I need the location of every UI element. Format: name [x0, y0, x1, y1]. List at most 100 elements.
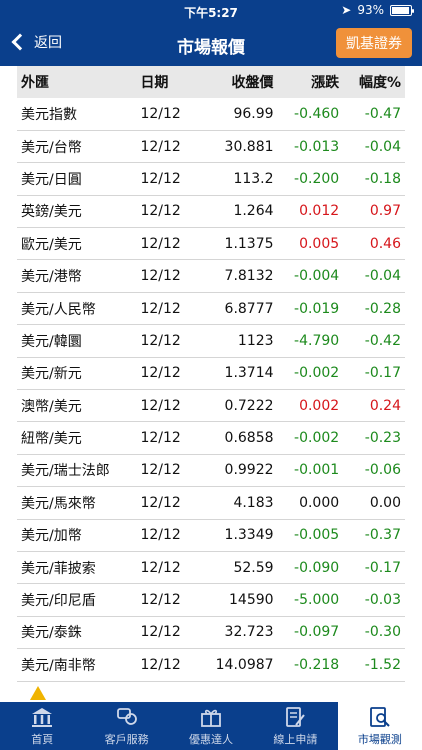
- cell-close: 1.3349: [224, 527, 274, 544]
- cell-percent: -0.30: [364, 624, 401, 641]
- tab-label: 客戶服務: [104, 732, 149, 746]
- table-row[interactable]: 美元/南非幣 12/12 14.0987 -0.218 -1.52: [17, 649, 405, 682]
- table-row[interactable]: 美元/台幣 12/12 30.881 -0.013 -0.04: [17, 130, 405, 163]
- header-change: 漲跌: [311, 75, 340, 91]
- table-row[interactable]: 紐幣/美元 12/12 0.6858 -0.002 -0.23: [17, 422, 405, 455]
- cell-date: 12/12: [140, 332, 181, 349]
- cell-currency: 美元/泰銖: [21, 625, 82, 642]
- table-row[interactable]: 美元/泰銖 12/12 32.723 -0.097 -0.30: [17, 616, 405, 649]
- cell-percent: -0.04: [364, 268, 401, 285]
- cell-currency: 美元指數: [21, 106, 77, 123]
- cell-change: 0.002: [299, 397, 340, 414]
- tab-2[interactable]: 優惠達人: [169, 702, 253, 750]
- battery-percent: 93%: [357, 3, 384, 17]
- quote-table-container[interactable]: 外匯 日期 收盤價 漲跌 幅度% 美元指數 12/12 96.99 -0.460 -0.…: [17, 66, 405, 702]
- table-row[interactable]: 歐元/美元 12/12 1.1375 0.005 0.46: [17, 228, 405, 260]
- cell-close: 4.183: [233, 494, 274, 511]
- cell-close: 14590: [229, 592, 274, 609]
- table-row[interactable]: 美元指數 12/12 96.99 -0.460 -0.47: [17, 98, 405, 131]
- cell-currency: 歐元/美元: [21, 236, 82, 253]
- table-row[interactable]: 美元/人民幣 12/12 6.8777 -0.019 -0.28: [17, 292, 405, 325]
- cell-currency: 美元/港幣: [21, 269, 82, 286]
- cell-percent: -0.17: [364, 365, 401, 382]
- cell-percent: -0.06: [364, 462, 401, 479]
- table-header-row: 外匯 日期 收盤價 漲跌 幅度%: [17, 66, 405, 98]
- table-row[interactable]: 澳幣/美元 12/12 0.7222 0.002 0.24: [17, 390, 405, 422]
- table-row[interactable]: 美元/韓圜 12/12 1123 -4.790 -0.42: [17, 325, 405, 358]
- cell-close: 6.8777: [224, 300, 274, 317]
- cell-date: 12/12: [140, 527, 181, 544]
- table-row[interactable]: 美元/日圓 12/12 113.2 -0.200 -0.18: [17, 163, 405, 196]
- cell-percent: -0.03: [364, 592, 401, 609]
- cell-date: 12/12: [140, 268, 181, 285]
- table-row[interactable]: 英鎊/美元 12/12 1.264 0.012 0.97: [17, 195, 405, 228]
- cell-close: 1.264: [233, 203, 274, 220]
- cell-percent: -0.28: [364, 300, 401, 317]
- cell-date: 12/12: [140, 494, 181, 511]
- cell-change: -0.097: [294, 624, 340, 641]
- cell-close: 1.1375: [224, 235, 274, 252]
- cell-close: 96.99: [233, 105, 274, 122]
- cell-percent: 0.24: [369, 397, 401, 414]
- cell-percent: 0.46: [369, 235, 401, 252]
- cell-percent: -0.42: [364, 332, 401, 349]
- cell-currency: 美元/馬來幣: [21, 495, 96, 512]
- nav-bar: 返回 市場報價 凱基證券: [0, 22, 422, 66]
- promo-button[interactable]: 凱基證券: [336, 28, 412, 58]
- header-date: 日期: [140, 75, 169, 91]
- cell-currency: 澳幣/美元: [21, 398, 82, 415]
- cell-percent: -0.37: [364, 527, 401, 544]
- cell-percent: -0.18: [364, 170, 401, 187]
- table-row[interactable]: 美元/加幣 12/12 1.3349 -0.005 -0.37: [17, 519, 405, 552]
- cell-close: 1.3714: [224, 365, 274, 382]
- market-watch-icon: [367, 706, 393, 728]
- cell-change: -5.000: [294, 592, 340, 609]
- cell-change: -4.790: [294, 332, 340, 349]
- customer-service-icon: [114, 706, 140, 728]
- cell-date: 12/12: [140, 365, 181, 382]
- table-row[interactable]: 美元/馬來幣 12/12 4.183 0.000 0.00: [17, 487, 405, 520]
- cell-date: 12/12: [140, 592, 181, 609]
- cell-currency: 英鎊/美元: [21, 204, 82, 221]
- notice[interactable]: [30, 686, 46, 700]
- table-row[interactable]: 美元/港幣 12/12 7.8132 -0.004 -0.04: [17, 260, 405, 293]
- tab-3[interactable]: 線上申請: [253, 702, 337, 750]
- cell-currency: 美元/日圓: [21, 171, 82, 188]
- cell-close: 30.881: [224, 138, 274, 155]
- cell-close: 113.2: [233, 170, 274, 187]
- cell-date: 12/12: [140, 300, 181, 317]
- cell-percent: -0.47: [364, 105, 401, 122]
- tab-0[interactable]: 首頁: [0, 702, 84, 750]
- table-row[interactable]: 美元/菲披索 12/12 52.59 -0.090 -0.17: [17, 551, 405, 584]
- tab-bar: 首頁 客戶服務 優惠達人 線上申請 市場觀測: [0, 702, 422, 750]
- cell-close: 7.8132: [224, 268, 274, 285]
- cell-date: 12/12: [140, 462, 181, 479]
- cell-change: -0.019: [294, 300, 340, 317]
- cell-date: 12/12: [140, 138, 181, 155]
- cell-change: -0.218: [294, 656, 340, 673]
- tab-label: 優惠達人: [189, 732, 234, 746]
- cell-currency: 美元/人民幣: [21, 301, 96, 318]
- cell-change: -0.002: [294, 365, 340, 382]
- cell-currency: 紐幣/美元: [21, 431, 82, 448]
- tab-1[interactable]: 客戶服務: [84, 702, 168, 750]
- cell-currency: 美元/台幣: [21, 139, 82, 156]
- table-row[interactable]: 美元/瑞士法郎 12/12 0.9922 -0.001 -0.06: [17, 454, 405, 487]
- warning-icon: [30, 686, 46, 700]
- cell-change: -0.200: [294, 170, 340, 187]
- cell-date: 12/12: [140, 170, 181, 187]
- tab-4[interactable]: 市場觀測: [337, 702, 422, 750]
- cell-change: -0.460: [294, 105, 340, 122]
- location-icon: ➤: [341, 3, 352, 17]
- cell-date: 12/12: [140, 397, 181, 414]
- cell-change: -0.002: [294, 430, 340, 447]
- cell-currency: 美元/新元: [21, 366, 82, 383]
- cell-change: -0.005: [294, 527, 340, 544]
- cell-percent: -0.04: [364, 138, 401, 155]
- table-row[interactable]: 美元/新元 12/12 1.3714 -0.002 -0.17: [17, 357, 405, 390]
- cell-date: 12/12: [140, 105, 181, 122]
- cell-currency: 美元/瑞士法郎: [21, 463, 110, 480]
- quote-table: 外匯 日期 收盤價 漲跌 幅度% 美元指數 12/12 96.99 -0.460 -0.…: [17, 66, 405, 682]
- table-row[interactable]: 美元/印尼盾 12/12 14590 -5.000 -0.03: [17, 584, 405, 617]
- cell-close: 0.6858: [224, 430, 274, 447]
